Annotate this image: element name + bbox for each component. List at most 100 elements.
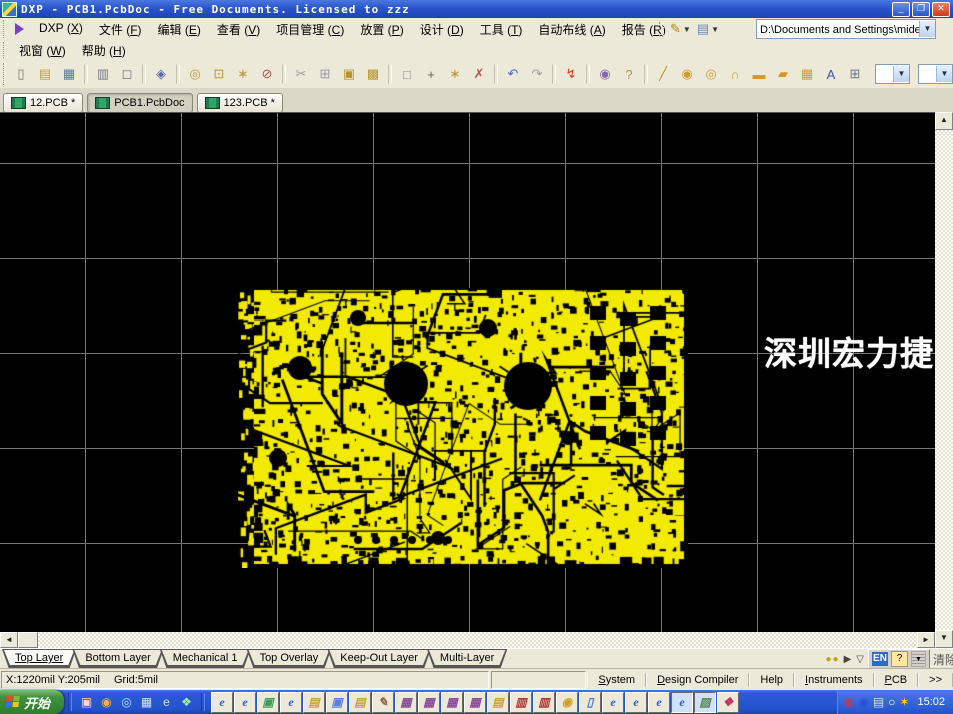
document-tab[interactable]: PCB1.PcbDoc <box>87 93 192 113</box>
task-folder[interactable]: ▤ <box>303 692 325 713</box>
place-via-icon[interactable]: ◎ <box>700 63 722 85</box>
toolbar-icon[interactable] <box>282 64 286 84</box>
interactive-routing-icon[interactable]: ↯ <box>560 63 582 85</box>
panel-system[interactable]: System <box>587 673 646 687</box>
place-pad-icon[interactable]: ◉ <box>676 63 698 85</box>
layer-tab[interactable]: Mechanical 1 <box>160 649 251 669</box>
toolbar-icon[interactable] <box>176 64 180 84</box>
print-preview-icon[interactable]: ◻ <box>116 63 138 85</box>
task-ie[interactable]: e <box>234 692 256 713</box>
place-fill-icon[interactable]: ▬ <box>748 63 770 85</box>
menu-item[interactable]: 工具 (T) <box>472 19 531 40</box>
undo-icon[interactable]: ↶ <box>502 63 524 85</box>
combo-arrow-icon[interactable]: ▼ <box>936 66 952 82</box>
layer-tab[interactable]: Keep-Out Layer <box>327 649 431 669</box>
net-combobox[interactable]: ▼ <box>918 64 953 84</box>
select-points-icon[interactable]: ∗ <box>444 63 466 85</box>
place-arc-icon[interactable]: ∩ <box>724 63 746 85</box>
task-folder-up[interactable]: ▤ <box>349 692 371 713</box>
combo-arrow-icon[interactable]: ▼ <box>919 21 935 37</box>
menu-item[interactable]: DXP (X) <box>31 19 91 40</box>
toolbar-icon[interactable] <box>84 64 88 84</box>
antivirus-icon[interactable]: ◍ <box>844 696 854 708</box>
help-icon[interactable]: ? <box>618 63 640 85</box>
place-line-icon[interactable]: ╱ <box>652 63 674 85</box>
menu-item[interactable]: 文件 (F) <box>91 19 150 40</box>
select-area-icon[interactable]: □ <box>396 63 418 85</box>
zoom-clear-icon[interactable]: ⊘ <box>256 63 278 85</box>
audio-wave-icon[interactable]: ◉ <box>858 696 868 708</box>
minimize-button[interactable]: _ <box>892 2 910 17</box>
task-paint[interactable]: ✎ <box>372 692 394 713</box>
task-books[interactable]: ▥ <box>533 692 555 713</box>
place-polygon-icon[interactable]: ▰ <box>772 63 794 85</box>
restore-button[interactable]: ❐ <box>912 2 930 17</box>
language-help-icon[interactable]: ? <box>891 651 908 667</box>
find-similar-icon[interactable]: ◉ <box>594 63 616 85</box>
menu-item[interactable]: 编辑 (E) <box>150 19 209 40</box>
transform-tool-icon[interactable]: ✎▼ <box>667 20 694 38</box>
task-app[interactable]: ▦ <box>464 692 486 713</box>
bulb-icon[interactable]: ○ <box>888 696 895 708</box>
save-icon[interactable]: ▦ <box>58 63 80 85</box>
component-combobox[interactable]: ▼ <box>875 64 910 84</box>
toolbar-icon[interactable] <box>388 64 392 84</box>
menu-item[interactable]: 放置 (P) <box>352 19 411 40</box>
task-wallet[interactable]: ▨ <box>694 692 716 713</box>
browse-layers-icon[interactable]: ◈ <box>150 63 172 85</box>
toolbar-icon[interactable] <box>142 64 146 84</box>
path-combobox[interactable]: D:\Documents and Settings\midea\桌面 ▼ <box>756 19 936 39</box>
show-desktop-icon[interactable]: ▣ <box>78 694 95 711</box>
scroll-up-icon[interactable]: ▲ <box>935 112 953 130</box>
close-button[interactable]: ✕ <box>932 2 950 17</box>
toolbar-icon[interactable] <box>586 64 590 84</box>
task-builder[interactable]: ◉ <box>556 692 578 713</box>
scroll-right-icon[interactable]: ► <box>917 632 935 648</box>
panel-help[interactable]: Help <box>749 673 794 687</box>
clear-filter-icon[interactable]: ✗ <box>468 63 490 85</box>
toolbar-grip[interactable] <box>3 63 6 85</box>
open-document-icon[interactable]: ▤ <box>34 63 56 85</box>
layer-tab[interactable]: Bottom Layer <box>72 649 163 669</box>
scroll-left-icon[interactable]: ◄ <box>0 632 18 648</box>
paste-icon[interactable]: ▣ <box>338 63 360 85</box>
toolbar-icon[interactable] <box>552 64 556 84</box>
toolbar-grip[interactable] <box>3 20 8 38</box>
task-books[interactable]: ▥ <box>510 692 532 713</box>
media-player-icon[interactable]: ◉ <box>98 694 115 711</box>
task-folder[interactable]: ▤ <box>487 692 509 713</box>
play-icon[interactable]: ▶ <box>843 654 853 665</box>
layer-tab[interactable]: Multi-Layer <box>427 649 507 669</box>
input-method-icon[interactable]: ▦ <box>138 694 155 711</box>
horizontal-scrollbar[interactable]: ◄ ► <box>0 632 935 648</box>
snap-dots-icon[interactable]: ●● <box>826 654 840 665</box>
zoom-area-icon[interactable]: ⊡ <box>208 63 230 85</box>
toolbar-icon[interactable] <box>494 64 498 84</box>
language-options-icon[interactable]: ▼ <box>911 651 926 667</box>
task-jester[interactable]: ❖ <box>717 692 739 713</box>
move-selection-icon[interactable]: + <box>420 63 442 85</box>
task-ie[interactable]: e <box>625 692 647 713</box>
task-app[interactable]: ▦ <box>395 692 417 713</box>
windows-logo-icon[interactable]: ❖ <box>178 694 195 711</box>
redo-icon[interactable]: ↷ <box>526 63 548 85</box>
internet-explorer-icon[interactable]: e <box>158 694 175 711</box>
zoom-document-icon[interactable]: ◎ <box>184 63 206 85</box>
new-document-icon[interactable]: ▯ <box>10 63 32 85</box>
task-ie[interactable]: e <box>671 692 693 713</box>
combo-arrow-icon[interactable]: ▼ <box>893 66 909 82</box>
scrollbar-thumb[interactable] <box>18 632 38 648</box>
toolbar-icon[interactable] <box>644 64 648 84</box>
task-image-viewer[interactable]: ▣ <box>326 692 348 713</box>
messenger-icon[interactable]: ◎ <box>118 694 135 711</box>
scroll-down-icon[interactable]: ▼ <box>935 630 953 648</box>
language-indicator[interactable]: EN <box>872 652 888 666</box>
menu-item[interactable]: 项目管理 (C) <box>268 19 352 40</box>
pcb-editor-canvas[interactable]: 深圳宏力捷 <box>0 112 935 633</box>
layer-tab[interactable]: Top Layer <box>2 649 76 669</box>
document-tab[interactable]: 12.PCB * <box>3 93 83 113</box>
alarm-bulb-icon[interactable]: ✶ <box>899 696 909 708</box>
zoom-selection-icon[interactable]: ∗ <box>232 63 254 85</box>
menu-item[interactable]: 自动布线 (A) <box>530 19 613 40</box>
dxp-icon[interactable] <box>13 22 29 36</box>
